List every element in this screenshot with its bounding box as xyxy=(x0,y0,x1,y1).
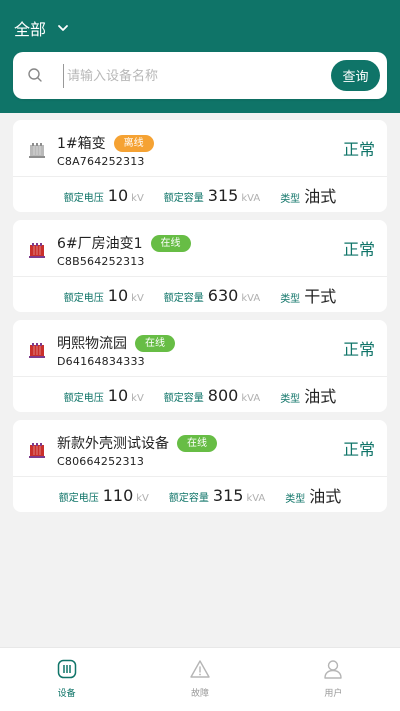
type-label: 类型 xyxy=(280,394,301,405)
voltage-value: 10 xyxy=(107,385,129,405)
voltage-value: 10 xyxy=(107,185,129,205)
capacity-value: 315 xyxy=(207,185,239,205)
capacity-label: 额定容量 xyxy=(163,292,204,304)
device-name: 新款外壳测试设备 xyxy=(57,436,169,452)
type-label: 类型 xyxy=(280,294,301,305)
device-code: C8B564252313 xyxy=(57,255,145,268)
device-metrics: 额定电压 10 kV 额定容量 800 kVA 类型 油式 xyxy=(13,378,387,412)
device-card[interactable]: 新款外壳测试设备 在线 C80664252313 正常 额定电压 110 kV 额… xyxy=(13,420,387,512)
status-badge: 离线 xyxy=(113,135,154,152)
capacity-label: 额定容量 xyxy=(163,192,204,204)
capacity-metric: 额定容量 800 kVA xyxy=(164,386,260,405)
voltage-metric: 额定电压 10 kV xyxy=(64,186,144,205)
device-card-header: 新款外壳测试设备 在线 C80664252313 正常 xyxy=(13,420,387,477)
device-card-header: 明熙物流园 在线 D64164834333 正常 xyxy=(13,320,387,377)
transformer-red-icon xyxy=(29,243,45,258)
device-card[interactable]: 明熙物流园 在线 D64164834333 正常 额定电压 10 kV 额定容量 … xyxy=(13,320,387,412)
type-label: 类型 xyxy=(280,194,301,205)
type-value: 油式 xyxy=(309,487,342,506)
capacity-unit: kVA xyxy=(246,492,266,504)
voltage-unit: kV xyxy=(131,392,144,404)
capacity-unit: kVA xyxy=(241,292,261,304)
voltage-label: 额定电压 xyxy=(63,292,104,304)
tab-faults[interactable]: 故障 xyxy=(133,648,266,711)
device-name-row: 新款外壳测试设备 在线 xyxy=(57,433,217,453)
device-card-header: 6#厂房油变1 在线 C8B564252313 正常 xyxy=(13,220,387,277)
voltage-value: 110 xyxy=(102,485,134,505)
device-metrics: 额定电压 110 kV 额定容量 315 kVA 类型 油式 xyxy=(13,478,387,512)
search-bar: 查询 xyxy=(13,52,387,99)
capacity-label: 额定容量 xyxy=(168,492,209,504)
device-status: 正常 xyxy=(342,340,375,359)
voltage-label: 额定电压 xyxy=(63,392,104,404)
capacity-label: 额定容量 xyxy=(163,392,204,404)
device-status: 正常 xyxy=(342,140,375,159)
device-code: C80664252313 xyxy=(57,455,145,468)
voltage-unit: kV xyxy=(136,492,149,504)
voltage-metric: 额定电压 10 kV xyxy=(64,386,144,405)
transformer-red-icon xyxy=(29,343,45,358)
tab-label: 用户 xyxy=(324,689,343,699)
category-filter[interactable]: 全部 xyxy=(14,16,70,40)
capacity-metric: 额定容量 315 kVA xyxy=(169,486,265,505)
device-name: 明熙物流园 xyxy=(57,336,127,352)
status-badge: 在线 xyxy=(177,435,217,452)
search-icon xyxy=(28,68,42,82)
tab-label: 故障 xyxy=(190,689,209,699)
voltage-metric: 额定电压 110 kV xyxy=(59,486,149,505)
device-status: 正常 xyxy=(342,440,375,459)
capacity-metric: 额定容量 315 kVA xyxy=(164,186,260,205)
transformer-gray-icon xyxy=(29,143,45,158)
filter-label: 全部 xyxy=(14,20,47,39)
capacity-metric: 额定容量 630 kVA xyxy=(164,286,260,305)
device-icon xyxy=(57,659,76,679)
device-metrics: 额定电压 10 kV 额定容量 630 kVA 类型 干式 xyxy=(13,278,387,312)
device-card-header: 1#箱变 离线 C8A764252313 正常 xyxy=(13,120,387,177)
device-card[interactable]: 1#箱变 离线 C8A764252313 正常 额定电压 10 kV 额定容量 3… xyxy=(13,120,387,212)
type-value: 干式 xyxy=(304,287,337,306)
tab-label: 设备 xyxy=(57,689,76,699)
transformer-red-icon xyxy=(29,443,45,458)
type-value: 油式 xyxy=(304,387,337,406)
type-metric: 类型 油式 xyxy=(280,183,336,207)
device-code: C8A764252313 xyxy=(57,155,145,168)
bottom-tab-bar: 设备 故障 用户 xyxy=(0,647,400,711)
capacity-unit: kVA xyxy=(241,392,261,404)
warning-icon xyxy=(190,660,210,678)
type-label: 类型 xyxy=(285,494,306,505)
app-header: 全部 查询 xyxy=(0,0,400,113)
type-value: 油式 xyxy=(304,187,337,206)
user-icon xyxy=(324,660,343,679)
device-name-row: 6#厂房油变1 在线 xyxy=(57,233,191,253)
device-name-row: 明熙物流园 在线 xyxy=(57,333,175,353)
capacity-value: 630 xyxy=(207,285,239,305)
type-metric: 类型 油式 xyxy=(280,383,336,407)
voltage-unit: kV xyxy=(131,292,144,304)
device-name-row: 1#箱变 离线 xyxy=(57,133,154,153)
device-name: 1#箱变 xyxy=(57,136,106,152)
voltage-label: 额定电压 xyxy=(58,492,99,504)
search-button[interactable]: 查询 xyxy=(331,60,380,91)
capacity-value: 315 xyxy=(212,485,244,505)
device-status: 正常 xyxy=(342,240,375,259)
type-metric: 类型 干式 xyxy=(280,283,336,307)
device-code: D64164834333 xyxy=(57,355,145,368)
capacity-unit: kVA xyxy=(241,192,261,204)
device-card[interactable]: 6#厂房油变1 在线 C8B564252313 正常 额定电压 10 kV 额定容… xyxy=(13,220,387,312)
status-badge: 在线 xyxy=(150,235,191,252)
tab-user[interactable]: 用户 xyxy=(267,648,400,711)
capacity-value: 800 xyxy=(207,385,239,405)
device-metrics: 额定电压 10 kV 额定容量 315 kVA 类型 油式 xyxy=(13,178,387,212)
chevron-down-icon xyxy=(58,25,68,31)
search-input[interactable] xyxy=(63,64,323,88)
type-metric: 类型 油式 xyxy=(285,483,341,507)
voltage-unit: kV xyxy=(131,192,144,204)
voltage-metric: 额定电压 10 kV xyxy=(64,286,144,305)
tab-devices[interactable]: 设备 xyxy=(0,648,133,711)
status-badge: 在线 xyxy=(135,335,175,352)
device-list: 1#箱变 离线 C8A764252313 正常 额定电压 10 kV 额定容量 3… xyxy=(13,120,387,520)
device-name: 6#厂房油变1 xyxy=(57,236,143,252)
voltage-value: 10 xyxy=(107,285,129,305)
voltage-label: 额定电压 xyxy=(63,192,104,204)
